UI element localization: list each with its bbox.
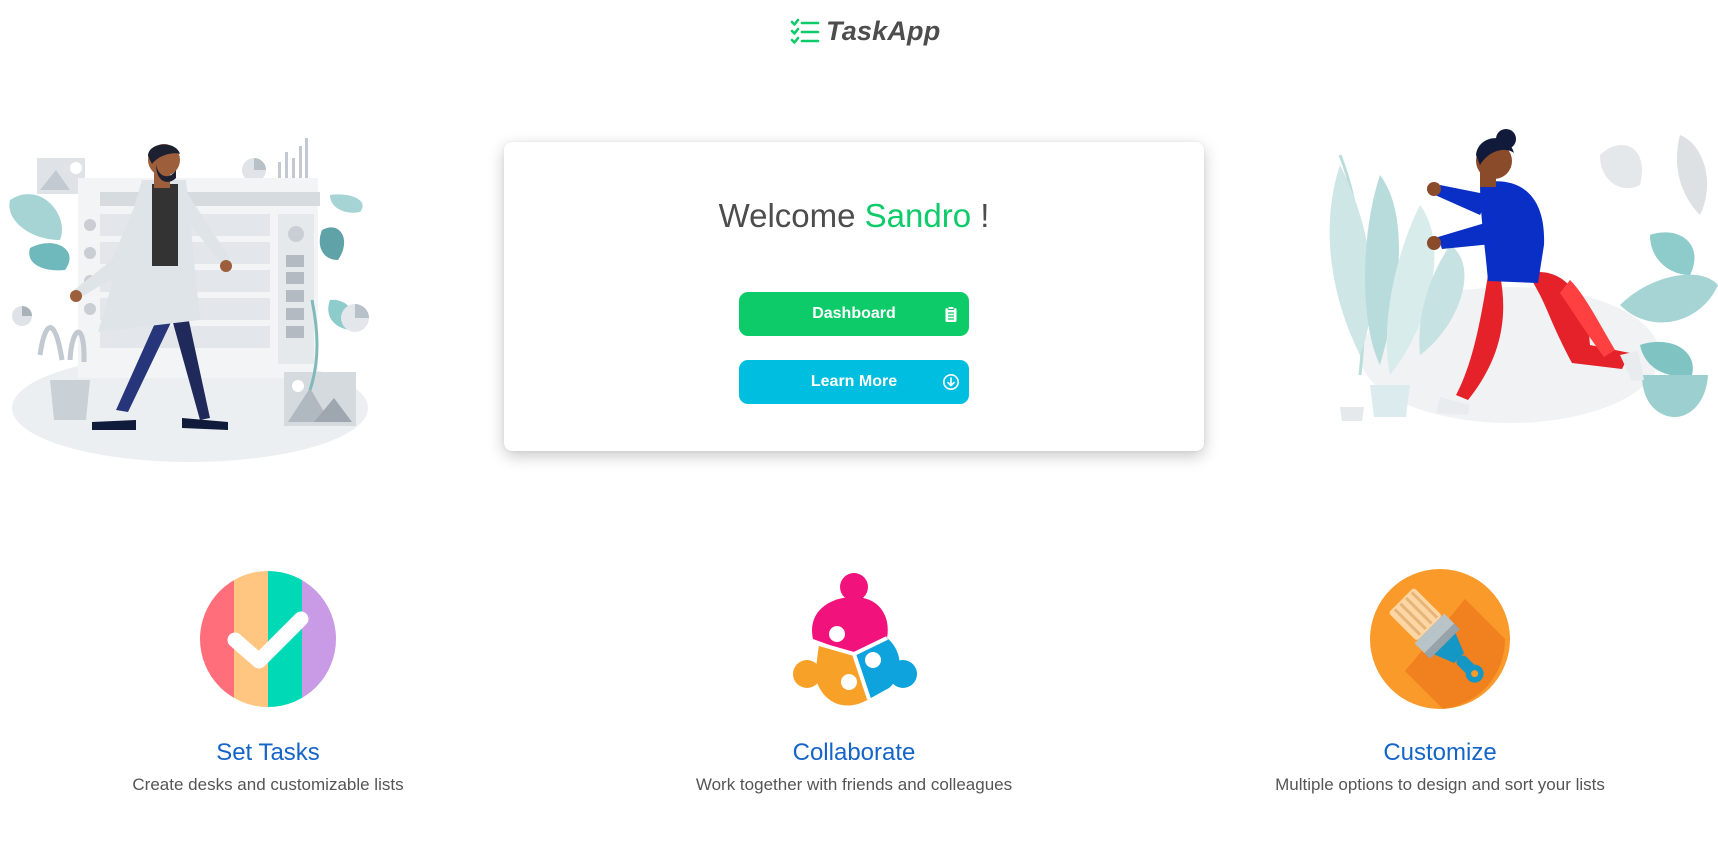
learn-more-button-label: Learn More: [810, 373, 898, 390]
feature-set-tasks: Set Tasks Create desks and customizable …: [58, 564, 478, 795]
welcome-user-name: Sandro: [864, 197, 972, 234]
feature-title: Collaborate: [792, 739, 916, 766]
feature-description: Work together with friends and colleague…: [695, 775, 1013, 794]
app-logo[interactable]: TaskApp: [790, 16, 940, 47]
checklist-icon: [790, 18, 820, 44]
welcome-greeting: Welcome: [718, 197, 856, 234]
welcome-exclamation: !: [980, 197, 990, 234]
dashboard-person-illustration: [9, 138, 369, 462]
running-person-illustration: [1329, 129, 1718, 423]
feature-title: Set Tasks: [216, 739, 320, 766]
welcome-card: Welcome Sandro ! Dashboard Learn More: [504, 142, 1204, 451]
feature-title: Customize: [1383, 739, 1497, 766]
puzzle-people-icon: [793, 573, 917, 706]
paintbrush-icon: [1370, 569, 1510, 709]
feature-customize: Customize Multiple options to design and…: [1230, 564, 1650, 795]
checkmark-stripes-icon: [200, 571, 336, 707]
feature-description: Create desks and customizable lists: [132, 775, 404, 794]
feature-collaborate: Collaborate Work together with friends a…: [644, 564, 1064, 795]
clipboard-icon: [945, 306, 957, 322]
learn-more-button[interactable]: Learn More: [739, 360, 969, 404]
arrow-down-circle-icon: [943, 374, 959, 390]
feature-description: Multiple options to design and sort your…: [1275, 775, 1605, 794]
dashboard-button[interactable]: Dashboard: [739, 292, 969, 336]
welcome-heading: Welcome Sandro !: [504, 197, 1204, 235]
brand-name: TaskApp: [826, 16, 941, 46]
dashboard-button-label: Dashboard: [812, 305, 896, 322]
